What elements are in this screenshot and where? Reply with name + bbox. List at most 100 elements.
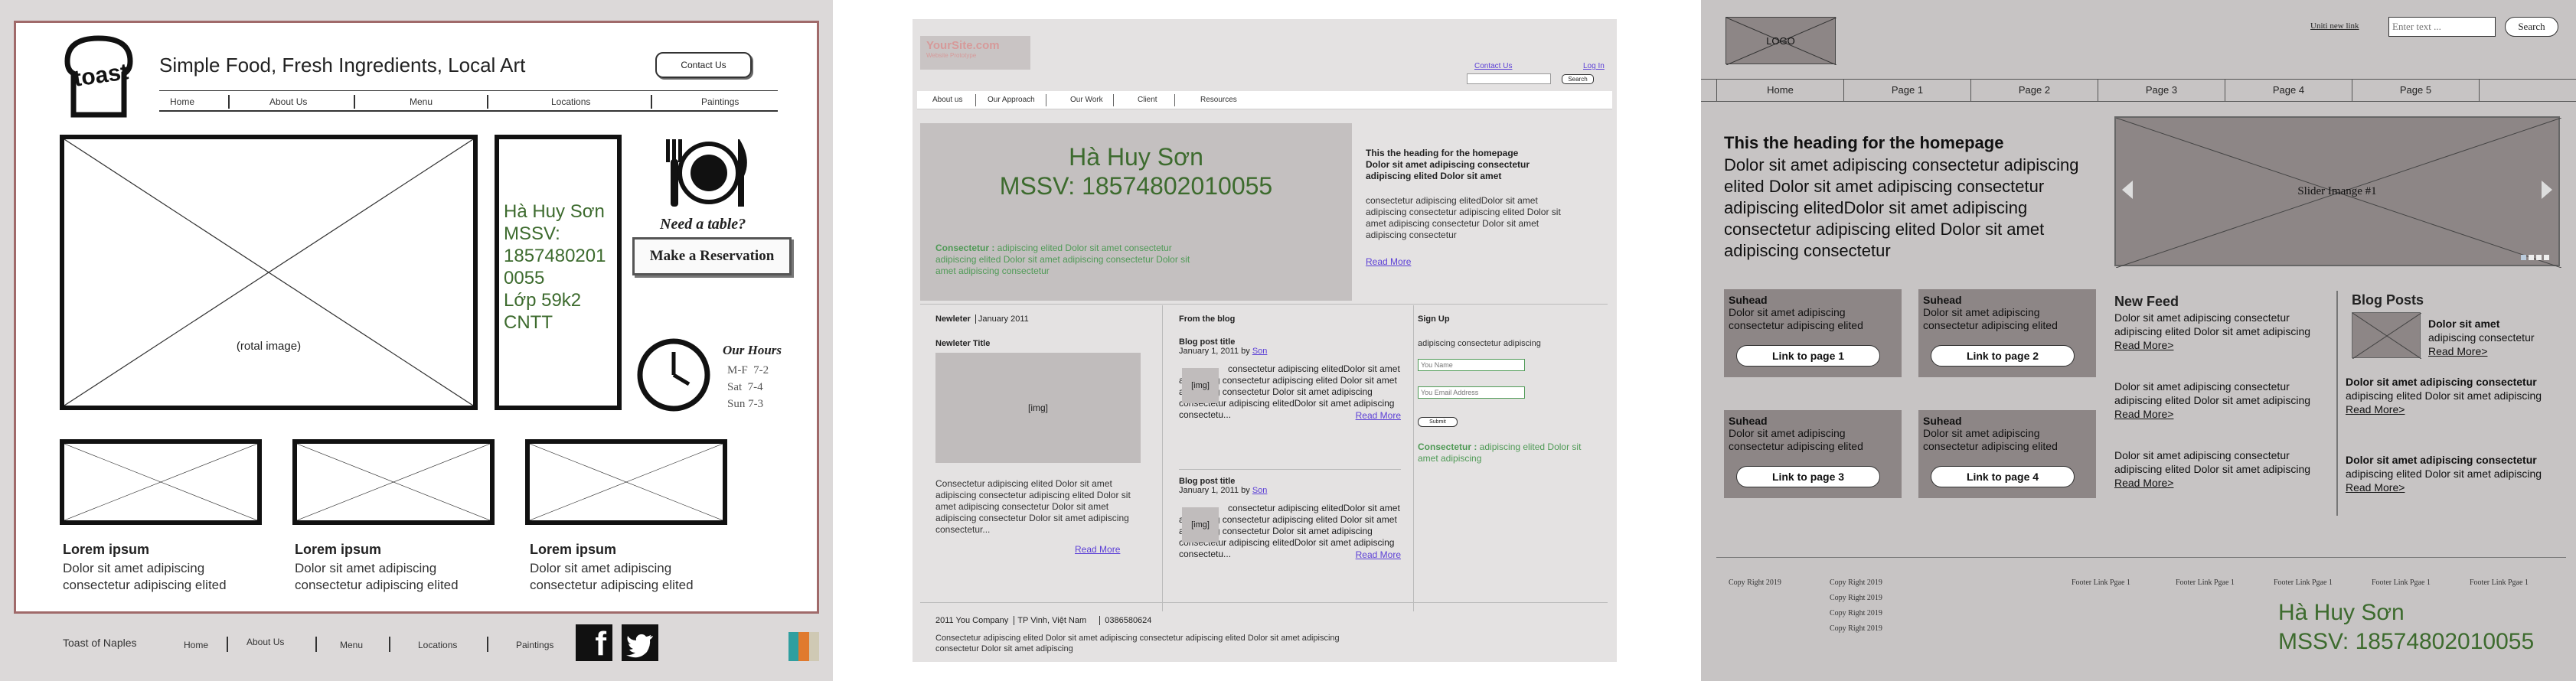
unity-link[interactable]: Uniti new link [2310,21,2359,31]
nav-about[interactable]: About Us [269,96,307,107]
logo-text: YourSite.com [926,39,1000,52]
news-item: Dolor sit amet adipiscing consectetur ad… [2114,311,2329,352]
nav-approach[interactable]: Our Approach [988,96,1035,104]
slider-dot[interactable] [2536,255,2542,260]
link-page-2-button[interactable]: Link to page 2 [1931,345,2075,367]
nav-home[interactable]: Home [170,96,194,107]
footer-link[interactable]: Footer Link Pgae 1 [2372,578,2431,587]
nav-menu[interactable]: Menu [410,96,433,107]
slider-dot[interactable] [2529,255,2534,260]
student-info-box: Hà Huy Sơn MSSV: 1857480201 0055 Lớp 59k… [495,135,622,410]
blog-post: Dolor sit amet adipiscing consectetur ad… [2346,375,2568,416]
blog-post-author[interactable]: Son [1252,486,1268,495]
blog-read-more[interactable]: Read More> [2346,402,2568,416]
name-field[interactable] [1418,359,1525,371]
site-logo[interactable]: YourSite.com Website Prototype [920,36,1030,70]
logo-text: LOGO [1766,35,1795,47]
post-divider [1179,469,1401,470]
login-link[interactable]: Log In [1583,62,1605,70]
footer-nav-locations[interactable]: Locations [418,640,457,650]
blog-post-date: January 1, 2011 by [1179,486,1252,495]
email-field[interactable] [1418,386,1525,399]
reservation-button[interactable]: Make a Reservation [632,237,792,275]
nav-locations[interactable]: Locations [551,96,590,107]
nav-page-1[interactable]: Page 1 [1843,79,1970,102]
blog-post-text: adipiscing elited Dolor sit amet adipisc… [2346,468,2542,480]
nav-page-4[interactable]: Page 4 [2225,79,2352,102]
search-input[interactable] [2388,17,2496,37]
slider-next-icon[interactable] [2542,181,2552,199]
image-slider[interactable]: Slider Imange #1 [2114,116,2561,268]
blog-post-read-more[interactable]: Read More [1356,549,1401,560]
toast-logo[interactable]: toast [54,32,144,122]
logo-subtext: Website Prototype [926,52,977,59]
plate-cutlery-icon [663,136,753,210]
nav-divider [651,95,652,109]
nav-page-3[interactable]: Page 3 [2098,79,2225,102]
search-button[interactable]: Search [1562,74,1594,84]
intro-read-more[interactable]: Read More [1366,256,1411,267]
nav-home[interactable]: Home [1716,79,1843,102]
hero-blurb-strong: Consectetur : [935,243,995,253]
submit-button[interactable]: Submit [1418,417,1458,427]
footer-nav-home[interactable]: Home [184,640,208,650]
nav-about[interactable]: About us [932,96,962,104]
slider-dot[interactable] [2521,255,2526,260]
logo-placeholder[interactable]: LOGO [1725,17,1837,65]
footer-nav-about[interactable]: About Us [246,637,284,647]
blog-post-read-more[interactable]: Read More [1356,410,1401,421]
slider-prev-icon[interactable] [2122,181,2133,199]
search-input[interactable] [1467,73,1551,84]
nav-work[interactable]: Our Work [1070,96,1103,104]
link-page-4-button[interactable]: Link to page 4 [1931,466,2075,487]
blog-post-meta: January 1, 2011 by Son [1179,347,1401,356]
blog-read-more[interactable]: Read More> [2428,344,2566,358]
twitter-icon[interactable] [622,624,658,661]
nav-client[interactable]: Client [1138,96,1157,104]
nav-paintings[interactable]: Paintings [701,96,739,107]
blog-post-title: Dolor sit amet adipiscing consectetur [2346,376,2537,388]
tile-3: Suhead Dolor sit amet adipiscing consect… [1724,410,1902,498]
blog-read-more[interactable]: Read More> [2346,481,2568,494]
news-read-more[interactable]: Read More> [2114,476,2329,490]
footer-nav-paintings[interactable]: Paintings [516,640,553,650]
slider-label: Slider Imange #1 [2297,185,2377,197]
footer-link[interactable]: Footer Link Pgae 1 [2470,578,2529,587]
nav-bottom-rule [159,110,778,112]
home-intro: Dolor sit amet adipiscing consectetur ad… [1724,155,2079,260]
search-button[interactable]: Search [2505,17,2558,37]
tile-text: Dolor sit amet adipiscing consectetur ad… [1923,427,2058,452]
facebook-icon[interactable]: f [576,624,612,661]
news-read-more[interactable]: Read More> [2114,407,2329,421]
footer-brand: Toast of Naples [63,637,137,649]
blog-post-date: January 1, 2011 by [1179,347,1252,356]
link-page-3-button[interactable]: Link to page 3 [1736,466,1880,487]
slider-dots[interactable] [2521,255,2549,260]
tile-heading: Suhead [1923,415,1962,427]
contact-link[interactable]: Contact Us [1474,62,1512,70]
student-class: Lớp 59k2 [504,290,582,311]
contact-button[interactable]: Contact Us [655,52,752,78]
footer-sep [1099,616,1101,625]
footer-link[interactable]: Footer Link Pgae 1 [2176,578,2235,587]
home-subheading: Dolor sit amet adipiscing consectetur ad… [1366,159,1530,181]
newsletter-date: January 2011 [978,314,1029,324]
footer-link[interactable]: Footer Link Pgae 1 [2072,578,2130,587]
nav-resources[interactable]: Resources [1200,96,1237,104]
blog-post-title: Blog post title [1179,337,1236,347]
news-item: Dolor sit amet adipiscing consectetur ad… [2114,448,2329,490]
blog-post-text: adipiscing consectetur [2428,331,2535,344]
link-page-1-button[interactable]: Link to page 1 [1736,345,1880,367]
footer-nav-menu[interactable]: Menu [340,640,363,650]
footer-link[interactable]: Footer Link Pgae 1 [2274,578,2333,587]
slider-dot[interactable] [2544,255,2549,260]
news-read-more[interactable]: Read More> [2114,338,2329,352]
tile-heading: Suhead [1923,294,1962,306]
nav-page-2[interactable]: Page 2 [1970,79,2098,102]
newsletter-read-more[interactable]: Read More [1075,544,1120,555]
nav-page-5[interactable]: Page 5 [2352,79,2479,102]
blog-post-author[interactable]: Son [1252,347,1268,356]
card-text: consectetur adipiscing elited [295,578,459,592]
news-feed-title: New Feed [2114,294,2179,309]
student-mssv-1: 1857480201 [504,246,606,266]
